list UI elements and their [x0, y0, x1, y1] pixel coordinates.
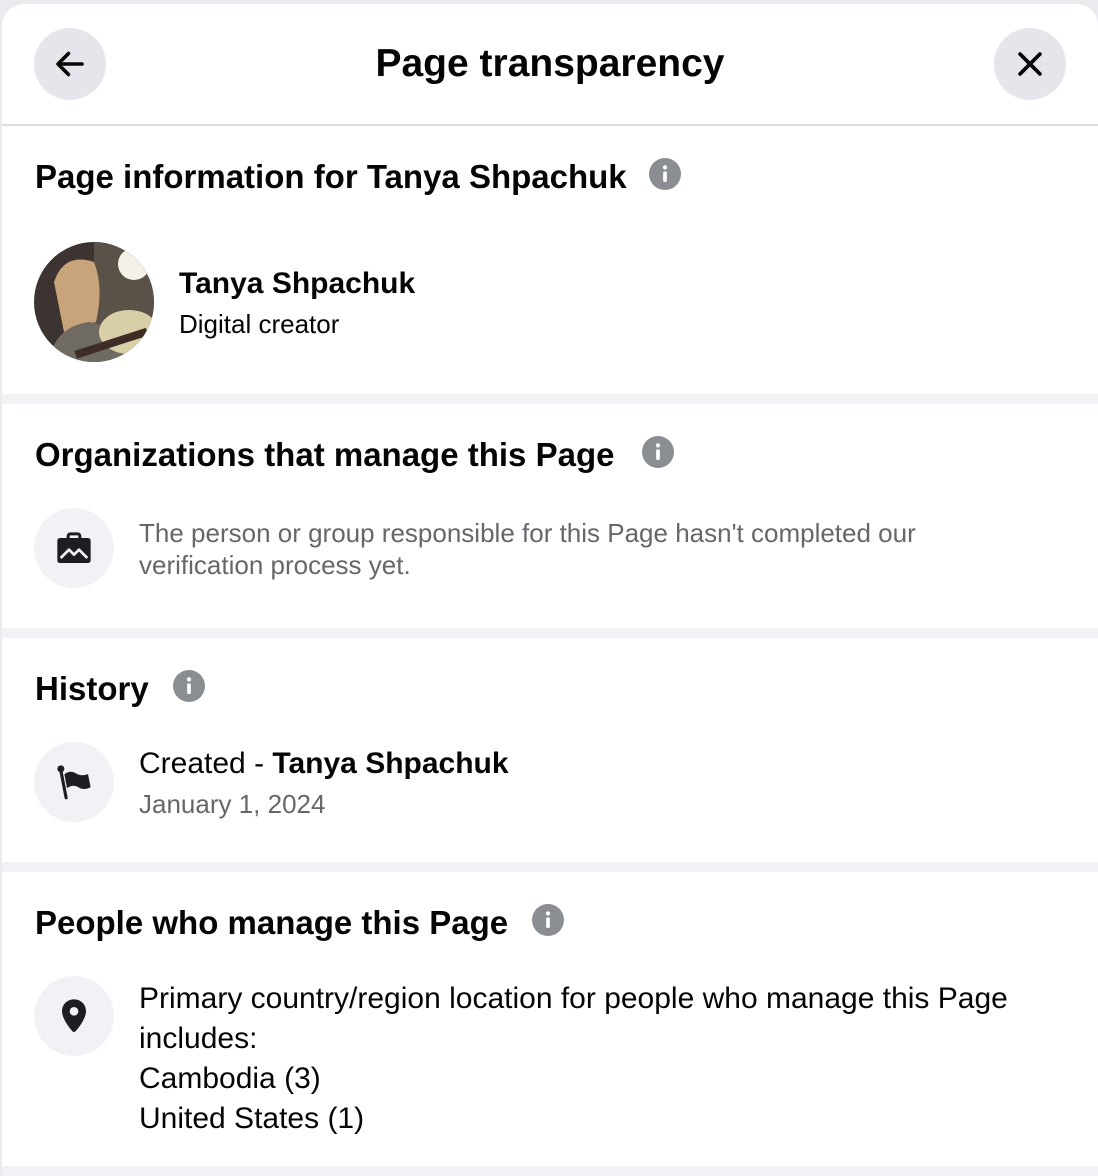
history-event-name: Tanya Shpachuk — [272, 747, 509, 780]
history-date: January 1, 2024 — [139, 789, 326, 819]
people-intro: Primary country/region location for peop… — [139, 982, 1008, 1055]
briefcase-icon-circle — [34, 508, 114, 588]
location-pin-icon-circle — [34, 976, 114, 1056]
close-icon — [1018, 52, 1042, 76]
page-transparency-dialog: Page transparency Page information for T… — [2, 4, 1098, 1176]
location-pin-icon — [62, 999, 86, 1032]
briefcase-icon — [57, 532, 91, 563]
country-item: United States (1) — [139, 1102, 365, 1135]
close-button[interactable] — [994, 28, 1066, 100]
info-icon[interactable] — [173, 670, 205, 702]
flag-icon-circle — [34, 742, 114, 822]
country-item: Cambodia (3) — [139, 1062, 321, 1095]
avatar[interactable] — [34, 242, 154, 362]
info-icon[interactable] — [642, 436, 674, 468]
history-title: History — [35, 670, 149, 707]
organizations-text: The person or group responsible for this… — [139, 518, 916, 580]
people-location-text: Primary country/region location for peop… — [139, 979, 1079, 1139]
section-divider — [2, 1166, 1098, 1176]
page-category: Digital creator — [179, 309, 340, 339]
section-divider — [2, 628, 1098, 638]
section-divider — [2, 862, 1098, 872]
page-info-title: Page information for Tanya Shpachuk — [35, 158, 627, 195]
organizations-title: Organizations that manage this Page — [35, 436, 615, 473]
people-title: People who manage this Page — [35, 904, 509, 941]
info-icon[interactable] — [532, 904, 564, 936]
flag-icon — [57, 765, 91, 800]
history-event-prefix: Created - — [139, 747, 273, 780]
dialog-title: Page transparency — [375, 42, 725, 85]
page-name[interactable]: Tanya Shpachuk — [179, 266, 415, 302]
section-divider — [2, 394, 1098, 404]
history-event: Created - Tanya Shpachuk — [139, 746, 509, 782]
dialog-header: Page transparency — [2, 4, 1098, 126]
info-icon[interactable] — [649, 158, 681, 190]
